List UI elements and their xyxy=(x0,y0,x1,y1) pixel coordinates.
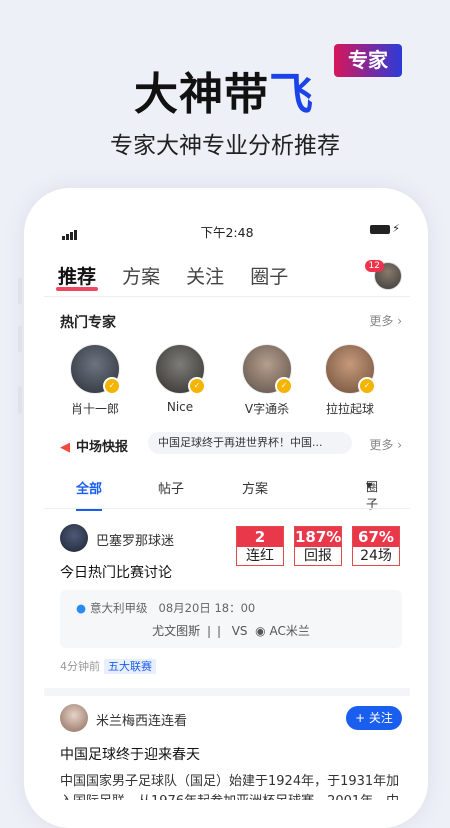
feed-tab-all[interactable]: 全部 xyxy=(76,478,103,511)
verified-icon: ✓ xyxy=(103,377,121,395)
avatar: ✓ xyxy=(242,344,293,395)
juventus-logo-icon: ❘❘ xyxy=(203,624,225,638)
away-team: AC米兰 xyxy=(269,624,310,638)
flash-more-link[interactable]: 更多 › xyxy=(369,436,402,453)
expert-name: 拉拉起球 xyxy=(325,402,374,416)
stat-label: 连红 xyxy=(246,548,274,564)
flash-news-title: ◀ 中场快报 xyxy=(60,436,128,455)
feed-tab-plans[interactable]: 方案 xyxy=(242,478,268,497)
chevron-right-icon: › xyxy=(397,314,402,328)
flash-title: 中场快报 xyxy=(76,440,129,455)
tab-circle[interactable]: 圈子 xyxy=(250,266,288,288)
status-time: 下午2:48 xyxy=(200,225,254,240)
league-tag[interactable]: 五大联赛 xyxy=(104,659,156,674)
hot-experts-more-link[interactable]: 更多 › xyxy=(369,312,402,329)
app-screen: 下午2:48 ⚡ 推荐 方案 关注 圈子 12 热门专家 更多 › ✓ 肖十一郎… xyxy=(44,210,410,800)
stat-value: 187% xyxy=(295,527,342,547)
avatar[interactable] xyxy=(60,524,88,552)
post-meta: 4分钟前 五大联赛 xyxy=(60,658,156,674)
expert-item[interactable]: ✓ Nice xyxy=(150,344,210,414)
tab-follow[interactable]: 关注 xyxy=(186,266,224,288)
post-title[interactable]: 中国足球终于迎来春天 xyxy=(60,744,200,764)
match-time: 08月20日 18：00 xyxy=(158,601,256,615)
stat-badge: 67% 24场 xyxy=(352,526,400,566)
caret-down-icon: ▾ xyxy=(366,478,373,492)
stat-value: 67% xyxy=(353,527,399,547)
post-title[interactable]: 今日热门比赛讨论 xyxy=(60,562,172,582)
section-separator xyxy=(44,688,410,696)
verified-icon: ✓ xyxy=(275,377,293,395)
verified-icon: ✓ xyxy=(358,377,376,395)
more-label: 更多 xyxy=(369,314,394,328)
stat-label: 回报 xyxy=(304,548,332,564)
expert-item[interactable]: ✓ V字通杀 xyxy=(237,344,297,417)
hero-title-main: 大神带 xyxy=(134,69,269,120)
hero-title: 大神带飞 xyxy=(134,58,314,122)
avatar[interactable] xyxy=(60,704,88,732)
post-body: 中国国家男子足球队（国足）始建于1924年，于1931年加入国际足联，从1976… xyxy=(60,774,400,800)
expert-badge: 专家 xyxy=(334,44,402,77)
match-league: ● 意大利甲级 08月20日 18：00 xyxy=(76,600,255,616)
feed-tab-posts[interactable]: 帖子 xyxy=(158,478,184,497)
hero-title-accent: 飞 xyxy=(269,69,314,120)
status-bar: 下午2:48 ⚡ xyxy=(44,222,410,240)
expert-name: Nice xyxy=(166,400,194,414)
match-teams: 尤文图斯 ❘❘ VS ◉ AC米兰 xyxy=(60,622,402,639)
expert-name: 肖十一郎 xyxy=(70,402,119,416)
post-author[interactable]: 巴塞罗那球迷 xyxy=(96,530,174,549)
speaker-icon: ◀ xyxy=(60,440,70,455)
divider xyxy=(44,508,410,509)
expert-item[interactable]: ✓ 肖十一郎 xyxy=(65,344,125,417)
drop-icon: ● xyxy=(76,601,87,615)
stat-badge: 2 连红 xyxy=(236,526,284,566)
notification-badge: 12 xyxy=(364,260,384,272)
stat-value: 2 xyxy=(237,527,283,547)
phone-side-button xyxy=(18,278,22,304)
chevron-right-icon: › xyxy=(397,438,402,452)
battery-icon xyxy=(370,225,390,234)
flash-news-ticker[interactable]: 中国足球终于再进世界杯！中国... xyxy=(148,432,352,454)
post-author[interactable]: 米兰梅西连连看 xyxy=(96,710,187,729)
avatar: ✓ xyxy=(155,344,206,395)
expert-item[interactable]: ✓ 拉拉起球 xyxy=(320,344,380,417)
charging-icon: ⚡ xyxy=(392,222,400,235)
avatar: ✓ xyxy=(325,344,376,395)
expert-name: V字通杀 xyxy=(244,402,290,416)
divider xyxy=(44,296,410,297)
verified-icon: ✓ xyxy=(188,377,206,395)
follow-button[interactable]: + 关注 xyxy=(346,706,402,730)
tab-plans[interactable]: 方案 xyxy=(122,266,160,288)
stat-badge: 187% 回报 xyxy=(294,526,342,566)
avatar: ✓ xyxy=(70,344,121,395)
hero-subtitle: 专家大神专业分析推荐 xyxy=(110,133,340,159)
stat-label: 24场 xyxy=(360,548,392,564)
hot-experts-title: 热门专家 xyxy=(60,315,116,331)
phone-side-button xyxy=(18,326,22,352)
top-tabs: 推荐 方案 关注 圈子 xyxy=(58,262,308,289)
match-card[interactable]: ● 意大利甲级 08月20日 18：00 尤文图斯 ❘❘ VS ◉ AC米兰 xyxy=(60,590,402,648)
vs-label: VS xyxy=(231,624,248,638)
more-label: 更多 xyxy=(369,438,394,452)
league-name: 意大利甲级 xyxy=(90,601,148,615)
ac-milan-logo-icon: ◉ xyxy=(255,624,266,638)
home-team: 尤文图斯 xyxy=(152,624,201,638)
post-time: 4分钟前 xyxy=(60,660,100,673)
tab-recommend[interactable]: 推荐 xyxy=(58,266,96,288)
phone-side-button xyxy=(18,386,22,414)
